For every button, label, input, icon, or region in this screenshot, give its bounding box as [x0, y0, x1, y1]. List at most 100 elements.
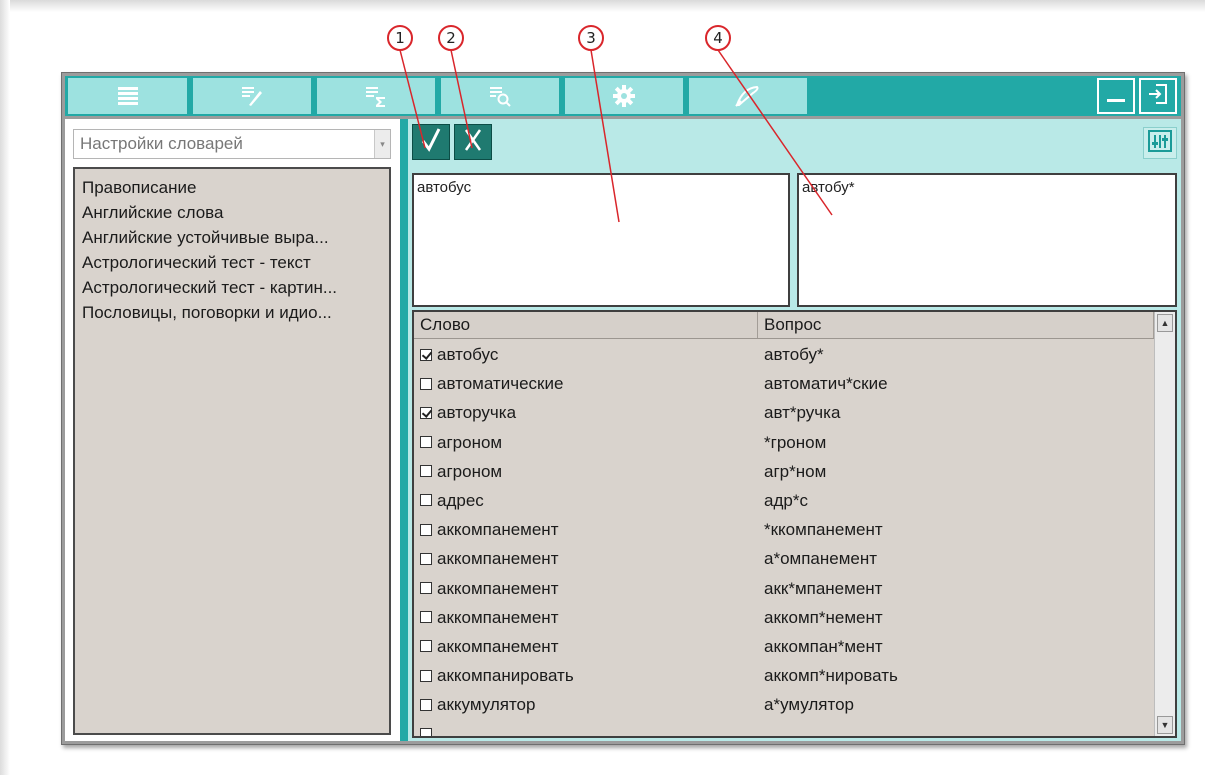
question-cell: аккомп*немент	[764, 607, 883, 627]
dictionary-item[interactable]: Астрологический тест - текст	[75, 250, 389, 275]
cancel-button[interactable]	[454, 124, 492, 160]
gear-icon	[612, 84, 636, 108]
row-checkbox[interactable]	[420, 669, 432, 682]
callout-4: 4	[705, 25, 731, 51]
question-cell: адр*с	[764, 490, 808, 510]
table-body: автобус автобу* автоматические автоматич*ск…	[414, 340, 1154, 736]
callout-2: 2	[438, 25, 464, 51]
question-cell: агр*ном	[764, 461, 827, 481]
word-input[interactable]: автобус	[412, 173, 790, 307]
scroll-down-icon[interactable]: ▼	[1157, 716, 1173, 734]
table-row[interactable]: аккомпанемент аккомпан*мент	[414, 632, 1154, 661]
word-cell: аккумулятор	[420, 690, 535, 719]
dictionary-panel: Настройки словарей ▾ Правописание Англий…	[65, 119, 398, 741]
page-left-shadow	[0, 0, 10, 775]
table-row[interactable]: аккомпанемент аккомп*немент	[414, 603, 1154, 632]
question-cell: аккомп*нировать	[764, 666, 898, 686]
tab-dictionary-search[interactable]	[441, 78, 562, 114]
row-checkbox[interactable]	[420, 552, 432, 565]
page-top-shadow	[0, 0, 1205, 12]
scroll-up-icon[interactable]: ▲	[1157, 314, 1173, 332]
word-text: авторучка	[437, 403, 517, 423]
exit-button[interactable]	[1139, 78, 1177, 114]
panel-splitter[interactable]	[398, 119, 408, 741]
column-header-question[interactable]: Вопрос	[758, 312, 1154, 338]
row-checkbox[interactable]	[420, 377, 432, 390]
dictionary-item[interactable]: Английские слова	[75, 200, 389, 225]
screenshot-stage: Настройки словарей ▾ Правописание Англий…	[0, 0, 1205, 775]
word-cell: адрес	[420, 486, 484, 515]
table-row[interactable]: аккумулятор а*умулятор	[414, 690, 1154, 719]
tab-pen[interactable]	[689, 78, 810, 114]
word-text: агроном	[437, 432, 503, 452]
dictionary-item[interactable]: Астрологический тест - картин...	[75, 275, 389, 300]
table-row[interactable]: аккомпанемент а*омпанемент	[414, 544, 1154, 573]
tab-dictionary-sum[interactable]	[317, 78, 438, 114]
apply-button[interactable]	[412, 124, 450, 160]
word-cell: автоматические	[420, 369, 563, 398]
exit-icon	[1147, 83, 1169, 110]
question-cell: акк*мпанемент	[764, 578, 883, 598]
minimize-button[interactable]	[1097, 78, 1135, 114]
dictionary-list: Правописание Английские слова Английские…	[73, 167, 391, 735]
dictionary-search-icon	[488, 85, 512, 107]
word-cell: аккомпанемент	[420, 632, 558, 661]
question-cell: аккомпан*мент	[764, 636, 883, 656]
row-checkbox[interactable]	[420, 698, 432, 711]
question-input-value: автобу*	[802, 179, 855, 196]
table-row[interactable]: агроном агр*ном	[414, 457, 1154, 486]
tab-list[interactable]	[68, 78, 190, 114]
table-header: Слово Вопрос	[414, 312, 1175, 339]
table-row[interactable]: автоматические автоматич*ские	[414, 369, 1154, 398]
dictionary-item[interactable]: Правописание	[75, 175, 389, 200]
word-text: аккомпанемент	[437, 549, 559, 569]
word-text: аккумулятор	[437, 695, 536, 715]
question-cell: *ккомпанемент	[764, 520, 883, 540]
row-checkbox[interactable]	[420, 348, 432, 361]
table-row[interactable]	[414, 719, 1154, 736]
row-checkbox[interactable]	[420, 436, 432, 449]
table-row[interactable]: агроном *гроном	[414, 428, 1154, 457]
table-row[interactable]: автобус автобу*	[414, 340, 1154, 369]
chevron-down-icon[interactable]: ▾	[374, 130, 390, 158]
word-input-value: автобус	[417, 179, 472, 196]
row-checkbox[interactable]	[420, 640, 432, 653]
table-row[interactable]: аккомпанировать аккомп*нировать	[414, 661, 1154, 690]
row-checkbox[interactable]	[420, 582, 432, 594]
dictionary-select[interactable]: Настройки словарей ▾	[73, 129, 391, 159]
row-checkbox[interactable]	[420, 406, 432, 419]
column-settings-icon	[1148, 129, 1172, 157]
word-text: аккомпанемент	[437, 520, 559, 540]
word-cell: аккомпанемент	[420, 603, 558, 632]
word-cell: авторучка	[420, 398, 516, 427]
tab-settings[interactable]	[565, 78, 686, 114]
table-row[interactable]: аккомпанемент *ккомпанемент	[414, 515, 1154, 544]
word-text: аккомпанемент	[437, 578, 559, 598]
dictionary-settings-window: Настройки словарей ▾ Правописание Англий…	[61, 72, 1185, 745]
row-checkbox[interactable]	[420, 494, 432, 507]
table-row[interactable]: аккомпанемент акк*мпанемент	[414, 574, 1154, 603]
word-cell: агроном	[420, 428, 502, 457]
row-checkbox[interactable]	[420, 611, 432, 624]
dictionary-item[interactable]: Пословицы, поговорки и идио...	[75, 300, 389, 325]
dictionary-select-value: Настройки словарей	[80, 134, 243, 153]
column-header-word[interactable]: Слово	[414, 312, 758, 338]
minimize-icon	[1106, 84, 1126, 109]
tab-dictionary-edit[interactable]	[193, 78, 314, 114]
main-toolbar	[65, 76, 1181, 116]
question-input[interactable]: автобу*	[797, 173, 1177, 307]
column-settings-button[interactable]	[1143, 127, 1177, 159]
row-checkbox[interactable]	[420, 465, 432, 478]
dictionary-item[interactable]: Английские устойчивые выра...	[75, 225, 389, 250]
word-text: аккомпанировать	[437, 666, 574, 686]
row-checkbox[interactable]	[420, 523, 432, 536]
table-row[interactable]: адрес адр*с	[414, 486, 1154, 515]
list-icon	[117, 85, 139, 107]
question-cell: а*омпанемент	[764, 549, 878, 569]
word-cell: аккомпанемент	[420, 544, 558, 573]
row-checkbox[interactable]	[420, 727, 432, 736]
table-row[interactable]: авторучка авт*ручка	[414, 398, 1154, 427]
vertical-scrollbar[interactable]: ▲ ▼	[1154, 312, 1175, 736]
word-text: аккомпанемент	[437, 636, 559, 656]
word-text: автоматические	[437, 374, 564, 394]
